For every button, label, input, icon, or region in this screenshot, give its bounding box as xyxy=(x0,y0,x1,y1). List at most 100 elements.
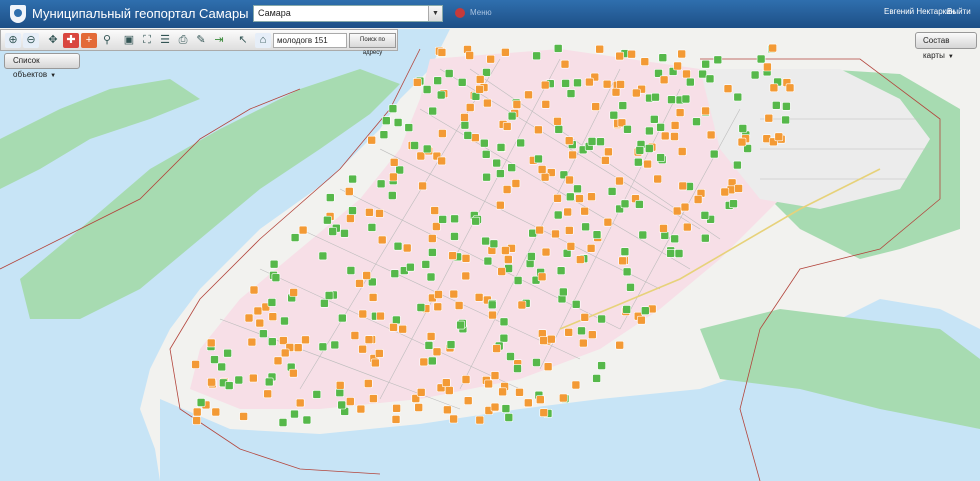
object-marker-orange[interactable] xyxy=(412,78,422,87)
object-marker-green[interactable] xyxy=(376,179,386,189)
object-marker-green[interactable] xyxy=(421,260,431,269)
object-marker-orange[interactable] xyxy=(546,334,556,344)
object-marker-orange[interactable] xyxy=(463,396,473,406)
object-marker-orange[interactable] xyxy=(501,47,510,57)
object-marker-orange[interactable] xyxy=(443,405,452,415)
object-marker-orange[interactable] xyxy=(564,136,574,145)
object-marker-orange[interactable] xyxy=(537,272,547,282)
object-marker-orange[interactable] xyxy=(295,398,305,408)
object-marker-orange[interactable] xyxy=(268,312,278,322)
object-marker-orange[interactable] xyxy=(444,386,454,395)
object-marker-orange[interactable] xyxy=(207,377,216,387)
object-marker-orange[interactable] xyxy=(374,349,384,358)
object-marker-orange[interactable] xyxy=(611,87,621,97)
object-marker-orange[interactable] xyxy=(540,80,550,90)
object-marker-orange[interactable] xyxy=(640,57,650,67)
object-marker-green[interactable] xyxy=(738,124,748,133)
zoom-out-icon[interactable]: ⊖ xyxy=(23,33,39,48)
object-marker-green[interactable] xyxy=(463,131,473,140)
object-marker-orange[interactable] xyxy=(503,255,513,264)
object-marker-orange[interactable] xyxy=(543,362,553,372)
object-marker-orange[interactable] xyxy=(488,310,497,320)
object-marker-green[interactable] xyxy=(325,193,335,202)
object-marker-green[interactable] xyxy=(513,364,522,373)
object-marker-green[interactable] xyxy=(635,146,645,155)
object-marker-orange[interactable] xyxy=(501,246,510,255)
object-marker-green[interactable] xyxy=(644,144,654,153)
object-marker-orange[interactable] xyxy=(289,368,298,378)
object-marker-orange[interactable] xyxy=(502,122,512,131)
object-marker-orange[interactable] xyxy=(475,415,485,425)
object-marker-green[interactable] xyxy=(681,94,691,104)
object-marker-green[interactable] xyxy=(328,227,338,236)
object-marker-green[interactable] xyxy=(481,236,490,246)
object-marker-green[interactable] xyxy=(436,90,446,100)
address-icon[interactable]: ⌂ xyxy=(255,33,271,48)
object-marker-orange[interactable] xyxy=(355,279,364,288)
fullscreen-icon[interactable]: ▣ xyxy=(121,33,137,48)
object-marker-green[interactable] xyxy=(645,126,654,136)
object-marker-orange[interactable] xyxy=(682,222,692,232)
object-marker-green[interactable] xyxy=(666,249,675,258)
object-marker-green[interactable] xyxy=(597,361,606,370)
object-marker-green[interactable] xyxy=(406,262,415,272)
object-marker-orange[interactable] xyxy=(568,150,577,160)
object-marker-green[interactable] xyxy=(489,239,499,249)
object-marker-orange[interactable] xyxy=(540,172,550,182)
object-marker-orange[interactable] xyxy=(774,132,784,142)
object-marker-green[interactable] xyxy=(487,300,497,310)
object-marker-orange[interactable] xyxy=(448,251,457,260)
object-marker-orange[interactable] xyxy=(368,293,378,302)
object-marker-orange[interactable] xyxy=(578,338,588,348)
object-marker-green[interactable] xyxy=(532,358,541,367)
object-marker-orange[interactable] xyxy=(498,387,507,397)
object-marker-green[interactable] xyxy=(501,404,511,413)
object-marker-green[interactable] xyxy=(733,160,742,170)
object-marker-green[interactable] xyxy=(705,74,715,84)
object-marker-orange[interactable] xyxy=(764,113,774,123)
object-marker-green[interactable] xyxy=(422,85,432,94)
object-marker-orange[interactable] xyxy=(560,59,570,69)
object-marker-green[interactable] xyxy=(771,101,781,110)
object-marker-green[interactable] xyxy=(446,340,456,349)
object-marker-green[interactable] xyxy=(620,247,630,256)
object-marker-green[interactable] xyxy=(433,76,443,86)
object-marker-orange[interactable] xyxy=(643,159,652,169)
object-marker-orange[interactable] xyxy=(255,318,265,328)
object-marker-green[interactable] xyxy=(323,215,332,225)
object-marker-orange[interactable] xyxy=(369,394,378,403)
object-marker-green[interactable] xyxy=(422,144,432,154)
object-marker-orange[interactable] xyxy=(358,344,367,354)
object-marker-orange[interactable] xyxy=(693,195,703,204)
zoom-in-icon[interactable]: ⊕ xyxy=(5,33,21,48)
object-marker-green[interactable] xyxy=(781,115,790,125)
object-marker-green[interactable] xyxy=(587,137,597,146)
object-marker-orange[interactable] xyxy=(192,416,201,425)
object-marker-orange[interactable] xyxy=(449,414,458,424)
object-marker-green[interactable] xyxy=(280,316,289,326)
object-marker-green[interactable] xyxy=(267,298,277,307)
object-marker-orange[interactable] xyxy=(785,83,795,93)
extent-icon[interactable]: ⛶ xyxy=(139,33,155,48)
object-marker-orange[interactable] xyxy=(512,100,522,109)
object-marker-green[interactable] xyxy=(626,283,635,292)
object-marker-green[interactable] xyxy=(471,216,481,226)
object-marker-green[interactable] xyxy=(387,191,397,200)
object-marker-green[interactable] xyxy=(556,266,566,275)
object-marker-orange[interactable] xyxy=(427,234,437,243)
object-marker-green[interactable] xyxy=(609,110,619,120)
object-marker-green[interactable] xyxy=(217,362,226,372)
object-marker-green[interactable] xyxy=(290,233,300,242)
object-marker-orange[interactable] xyxy=(460,113,469,122)
object-marker-orange[interactable] xyxy=(249,373,258,383)
object-marker-orange[interactable] xyxy=(301,335,310,345)
object-marker-orange[interactable] xyxy=(672,206,682,216)
object-marker-orange[interactable] xyxy=(206,338,216,348)
object-marker-green[interactable] xyxy=(450,232,459,241)
object-marker-green[interactable] xyxy=(506,352,515,361)
object-marker-orange[interactable] xyxy=(389,158,399,167)
pan-icon[interactable]: ✥ xyxy=(45,33,61,48)
object-marker-orange[interactable] xyxy=(376,311,385,321)
object-marker-green[interactable] xyxy=(460,120,470,130)
object-marker-green[interactable] xyxy=(457,77,467,87)
